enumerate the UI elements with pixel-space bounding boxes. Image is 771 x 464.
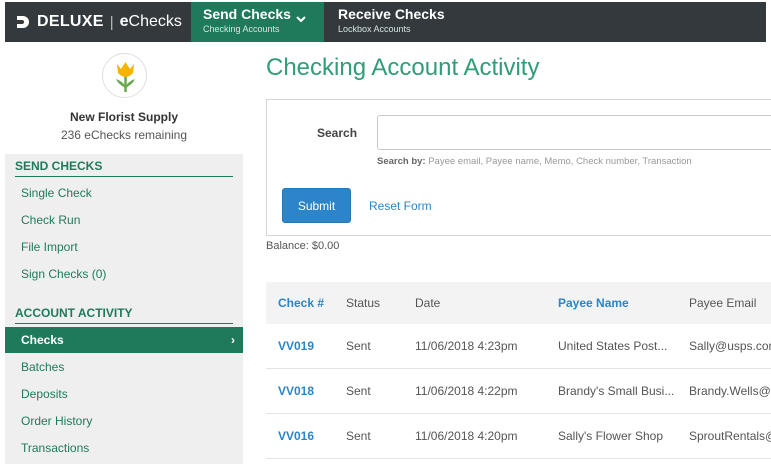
- send-checks-heading: SEND CHECKS: [15, 159, 233, 177]
- top-bar: DELUXE | eChecks Send Checks Checking Ac…: [5, 2, 766, 42]
- search-hint-label: Search by:: [377, 156, 426, 167]
- status-cell: Sent: [346, 339, 371, 353]
- table-row[interactable]: VV016 Sent 11/06/2018 4:20pm Sally's Flo…: [266, 414, 771, 459]
- sidebar-item-checks[interactable]: Checks ›: [5, 327, 243, 353]
- column-header-date: Date: [415, 296, 441, 310]
- status-cell: Sent: [346, 384, 371, 398]
- sidebar-item-sign-checks[interactable]: Sign Checks (0): [5, 261, 243, 287]
- tulip-icon: [116, 62, 135, 92]
- chevron-down-icon[interactable]: [294, 12, 308, 26]
- sidebar-item-check-run[interactable]: Check Run: [5, 207, 243, 233]
- chevron-right-icon: ›: [231, 333, 235, 347]
- search-panel: Search Search by: Payee email, Payee nam…: [266, 99, 771, 236]
- column-header-status: Status: [346, 296, 381, 310]
- reset-form-link[interactable]: Reset Form: [369, 199, 432, 213]
- search-hint-text: Payee email, Payee name, Memo, Check num…: [428, 156, 692, 167]
- company-name: New Florist Supply: [69, 110, 178, 124]
- check-number-link[interactable]: VV016: [278, 429, 314, 443]
- column-header-payee-name[interactable]: Payee Name: [558, 296, 629, 310]
- payee-email-cell: Sally@usps.com: [689, 339, 771, 353]
- account-activity-heading: ACCOUNT ACTIVITY: [15, 306, 233, 324]
- search-input[interactable]: [377, 115, 771, 150]
- product-prefix: e: [119, 13, 129, 30]
- table-header: Check # Status Date Payee Name Payee Ema…: [266, 282, 771, 324]
- page-title: Checking Account Activity: [266, 54, 540, 81]
- payee-email-cell: SproutRentals@: [689, 429, 771, 443]
- product-rest: Checks: [128, 13, 182, 30]
- account-balance: Balance: $0.00: [266, 240, 340, 252]
- tab-receive-checks[interactable]: Receive Checks Lockbox Accounts: [326, 2, 486, 42]
- sidebar-item-order-history[interactable]: Order History: [5, 408, 243, 434]
- brand-name: DELUXE: [37, 13, 104, 30]
- table-row[interactable]: VV018 Sent 11/06/2018 4:22pm Brandy's Sm…: [266, 369, 771, 414]
- search-hint: Search by: Payee email, Payee name, Memo…: [377, 156, 692, 167]
- company-profile: New Florist Supply 236 eChecks remaining: [5, 42, 243, 154]
- sidebar: New Florist Supply 236 eChecks remaining…: [5, 42, 243, 464]
- payee-email-cell: Brandy.Wells@: [689, 384, 771, 398]
- sidebar-item-checks-label: Checks: [21, 333, 64, 347]
- sidebar-item-batches[interactable]: Batches: [5, 354, 243, 380]
- brand-logo[interactable]: DELUXE | eChecks: [5, 2, 191, 42]
- search-label: Search: [317, 126, 358, 140]
- date-cell: 11/06/2018 4:20pm: [415, 429, 518, 443]
- status-cell: Sent: [346, 429, 371, 443]
- column-header-payee-email: Payee Email: [689, 296, 757, 310]
- check-number-link[interactable]: VV018: [278, 384, 314, 398]
- brand-separator: |: [109, 13, 114, 31]
- tab-receive-checks-title: Receive Checks: [338, 6, 445, 22]
- column-header-check-number[interactable]: Check #: [278, 296, 324, 310]
- payee-name-cell: United States Post...: [558, 339, 668, 353]
- tab-receive-checks-subtitle: Lockbox Accounts: [338, 24, 411, 34]
- sidebar-item-deposits[interactable]: Deposits: [5, 381, 243, 407]
- product-name: eChecks: [120, 13, 182, 31]
- sidebar-item-file-import[interactable]: File Import: [5, 234, 243, 260]
- deluxe-d-icon: [17, 16, 29, 28]
- sidebar-item-transactions[interactable]: Transactions: [5, 435, 243, 461]
- company-logo: [102, 53, 147, 98]
- payee-name-cell: Sally's Flower Shop: [558, 429, 663, 443]
- date-cell: 11/06/2018 4:23pm: [415, 339, 518, 353]
- table-row[interactable]: VV019 Sent 11/06/2018 4:23pm United Stat…: [266, 324, 771, 369]
- date-cell: 11/06/2018 4:22pm: [415, 384, 518, 398]
- echecks-remaining: 236 eChecks remaining: [60, 128, 188, 142]
- submit-button[interactable]: Submit: [282, 188, 351, 223]
- payee-name-cell: Brandy's Small Busi...: [558, 384, 675, 398]
- check-number-link[interactable]: VV019: [278, 339, 314, 353]
- tab-send-checks[interactable]: Send Checks Checking Accounts: [191, 2, 324, 42]
- sidebar-item-single-check[interactable]: Single Check: [5, 180, 243, 206]
